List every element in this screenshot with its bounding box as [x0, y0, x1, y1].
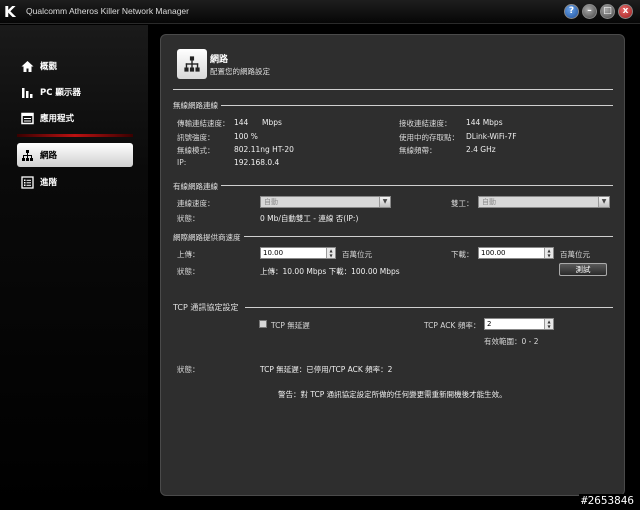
chevron-down-icon: ▼	[379, 197, 390, 207]
link-speed-select[interactable]: 自動 ▼	[260, 196, 391, 208]
maximize-button[interactable]: □	[600, 4, 615, 19]
network-settings-panel: 網路 配置您的網路設定 無線網路連線 傳輸連結速度： 144 Mbps 接收連結…	[160, 34, 625, 496]
header-divider	[173, 89, 613, 90]
tcp-ack-label: TCP ACK 頻率：	[424, 321, 481, 330]
tcp-warning: 警告：對 TCP 通訊協定設定所做的任何變更需重新開機後才能生效。	[278, 390, 507, 399]
wired-status-value: 0 Mb/自動雙工 - 連線 否(IP:)	[260, 214, 359, 223]
bar-chart-icon	[20, 85, 34, 99]
tcp-nodelay-label: TCP 無延遲	[271, 321, 310, 330]
link-speed-label: 連線速度：	[177, 199, 215, 208]
rx-speed-value: 144 Mbps	[466, 118, 503, 127]
upload-unit: 百萬位元	[342, 250, 372, 259]
tcp-nodelay-checkbox[interactable]	[259, 320, 267, 328]
download-speed-input[interactable]: 100.00 ▲ ▼	[478, 247, 554, 259]
sidebar-item-overview[interactable]: 概觀	[17, 54, 133, 78]
home-icon	[20, 59, 34, 73]
spinner-arrows-icon[interactable]: ▲ ▼	[326, 248, 335, 258]
upload-label: 上傳：	[177, 250, 200, 259]
tcp-status-label: 狀態：	[177, 365, 200, 374]
sidebar-item-label: 進階	[40, 178, 58, 188]
sidebar-item-pc-monitor[interactable]: PC 顯示器	[17, 80, 133, 104]
advanced-list-icon	[20, 175, 34, 189]
spinner-arrows-icon[interactable]: ▲ ▼	[544, 319, 553, 329]
spinner-arrows-icon[interactable]: ▲ ▼	[544, 248, 553, 258]
section-divider	[173, 105, 613, 106]
section-divider	[173, 185, 613, 186]
tx-speed-value: 144	[234, 118, 249, 127]
watermark: #2653846	[579, 494, 636, 507]
sidebar-item-label: 網路	[40, 151, 58, 161]
wireless-band-label: 無線頻帶：	[399, 146, 437, 155]
wireless-band-value: 2.4 GHz	[466, 145, 496, 154]
sidebar-item-network[interactable]: 網路	[17, 143, 133, 167]
network-icon	[20, 148, 34, 162]
sidebar-divider	[17, 134, 133, 137]
ip-label: IP:	[177, 158, 187, 167]
test-button[interactable]: 測試	[559, 263, 607, 276]
download-label: 下載：	[451, 250, 474, 259]
wired-status-label: 狀態：	[177, 214, 200, 223]
app-title: Qualcomm Atheros Killer Network Manager	[26, 6, 189, 16]
wireless-mode-value: 802.11ng HT-20	[234, 145, 294, 154]
sidebar-item-label: 概觀	[40, 62, 58, 72]
title-bar: K Qualcomm Atheros Killer Network Manage…	[0, 0, 640, 24]
isp-status-value: 上傳：10.00 Mbps 下載：100.00 Mbps	[260, 267, 400, 276]
page-title: 網路	[210, 55, 229, 65]
network-icon	[177, 49, 207, 79]
tx-speed-label: 傳輸連結速度：	[177, 119, 230, 128]
tcp-ack-frequency-input[interactable]: 2 ▲ ▼	[484, 318, 554, 330]
duplex-select[interactable]: 自動 ▼	[478, 196, 610, 208]
upload-speed-input[interactable]: 10.00 ▲ ▼	[260, 247, 336, 259]
page-subtitle: 配置您的網路設定	[210, 67, 270, 76]
ip-value: 192.168.0.4	[234, 158, 280, 167]
sidebar-item-label: PC 顯示器	[40, 88, 81, 98]
close-button[interactable]: x	[618, 4, 633, 19]
tcp-section-title: TCP 通訊協定設定	[173, 302, 242, 313]
wireless-section-title: 無線網路連線	[173, 100, 221, 111]
sidebar-item-advanced[interactable]: 進階	[17, 170, 133, 194]
application-icon	[20, 111, 34, 125]
wireless-mode-label: 無線模式：	[177, 146, 215, 155]
rx-speed-label: 接收連結速度：	[399, 119, 452, 128]
chevron-down-icon: ▼	[598, 197, 609, 207]
isp-status-label: 狀態：	[177, 267, 200, 276]
signal-strength-label: 訊號強度：	[177, 133, 215, 142]
tx-speed-unit: Mbps	[262, 118, 282, 127]
tcp-ack-range: 有效範圍：0 - 2	[484, 337, 539, 346]
access-point-label: 使用中的存取點：	[399, 133, 459, 142]
access-point-value: DLink-WiFi-7F	[466, 132, 517, 141]
sidebar-item-applications[interactable]: 應用程式	[17, 106, 133, 130]
signal-strength-value: 100 %	[234, 132, 258, 141]
killer-logo-icon: K	[4, 3, 16, 21]
section-divider	[245, 307, 613, 308]
isp-section-title: 網際網路提供商速度	[173, 232, 244, 243]
tcp-status-value: TCP 無延遲：已停用/TCP ACK 頻率：2	[260, 365, 393, 374]
help-button[interactable]: ?	[564, 4, 579, 19]
download-unit: 百萬位元	[560, 250, 590, 259]
minimize-button[interactable]: –	[582, 4, 597, 19]
wired-section-title: 有線網路連線	[173, 181, 221, 192]
duplex-label: 雙工：	[451, 199, 474, 208]
sidebar: 概觀 PC 顯示器 應用程式 網路 進階	[0, 25, 148, 510]
sidebar-item-label: 應用程式	[40, 114, 75, 124]
